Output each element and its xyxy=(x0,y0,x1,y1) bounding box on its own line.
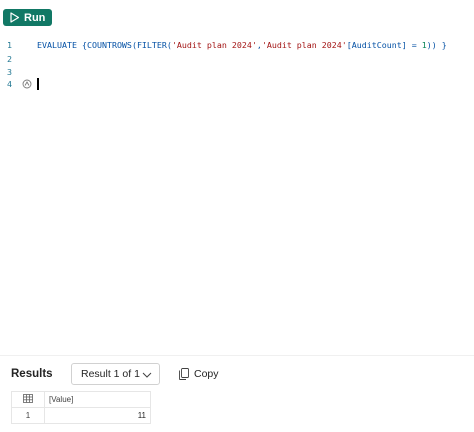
play-icon xyxy=(9,12,20,23)
row-number: 1 xyxy=(11,407,45,424)
results-title: Results xyxy=(11,368,53,380)
text-cursor xyxy=(37,78,39,90)
copy-button[interactable]: Copy xyxy=(179,367,219,381)
line-number: 4 xyxy=(7,79,12,89)
toolbar: Run xyxy=(0,0,474,34)
table-row: 1 11 xyxy=(11,407,151,424)
table-cell[interactable]: 11 xyxy=(44,407,151,424)
results-panel: Results Result 1 of 1 Copy xyxy=(0,355,474,391)
line-number: 1 xyxy=(7,40,12,50)
code-editor[interactable]: 1 EVALUATE {COUNTROWS(FILTER('Audit plan… xyxy=(0,36,474,346)
code-line-1: 1 EVALUATE {COUNTROWS(FILTER('Audit plan… xyxy=(0,38,474,52)
results-table: [Value] 1 11 xyxy=(11,391,151,424)
table-corner-cell[interactable] xyxy=(11,391,45,408)
copy-button-label: Copy xyxy=(194,368,219,380)
table-grid-icon xyxy=(23,394,33,403)
copy-icon xyxy=(179,368,189,380)
code-line-2: 2 xyxy=(0,52,474,66)
chevron-down-icon xyxy=(142,370,152,378)
table-header-row: [Value] xyxy=(11,391,151,408)
copilot-icon[interactable] xyxy=(22,79,32,89)
code-text[interactable]: EVALUATE {COUNTROWS(FILTER('Audit plan 2… xyxy=(37,38,447,52)
column-header-value[interactable]: [Value] xyxy=(44,391,151,408)
run-button[interactable]: Run xyxy=(3,9,52,26)
run-button-label: Run xyxy=(24,11,46,24)
line-number: 2 xyxy=(7,54,12,64)
code-line-4: 4 xyxy=(0,77,474,91)
result-selector-value: Result 1 of 1 xyxy=(81,368,140,380)
result-selector-dropdown[interactable]: Result 1 of 1 xyxy=(71,363,160,385)
